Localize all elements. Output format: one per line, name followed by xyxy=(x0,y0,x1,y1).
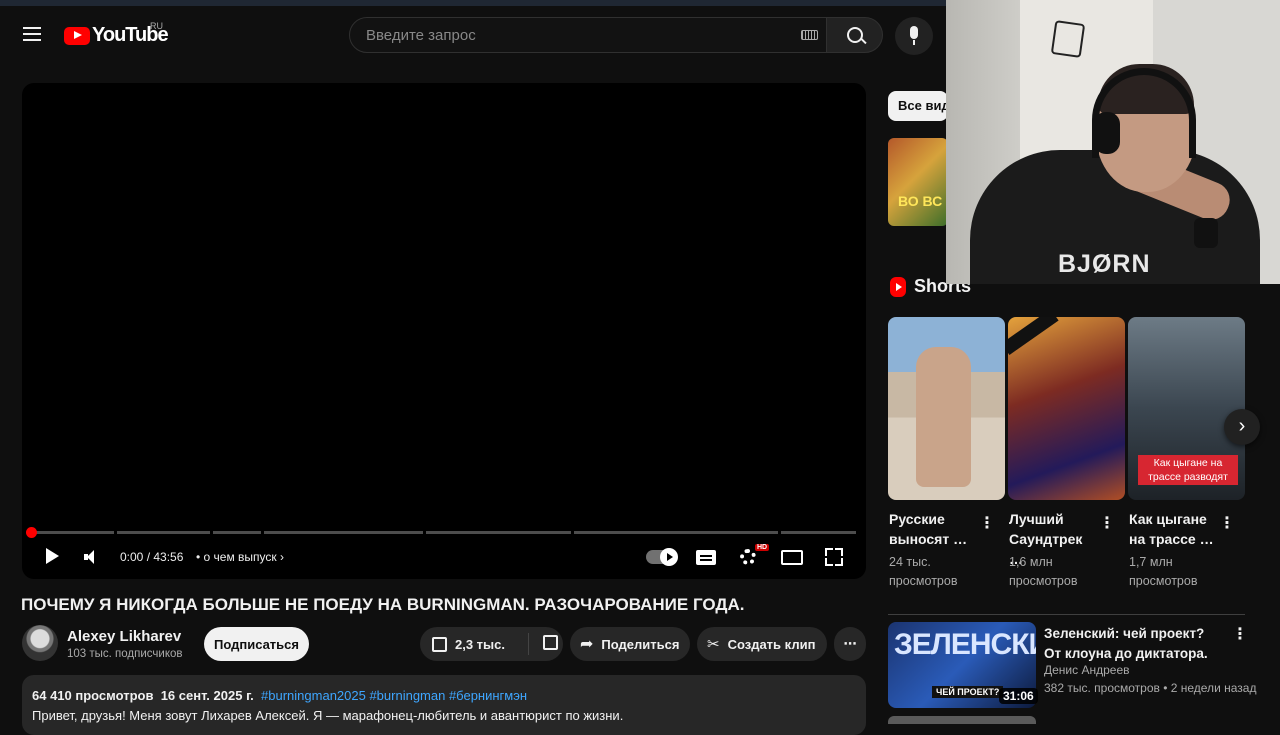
menu-icon[interactable] xyxy=(18,20,46,48)
search-icon xyxy=(847,27,863,43)
share-label: Поделиться xyxy=(601,636,680,652)
section-divider xyxy=(888,614,1245,615)
short-title[interactable]: Русские выносят … xyxy=(889,509,979,549)
short-item[interactable]: Как цыгане на трассе разводят Как цыгане… xyxy=(1128,317,1245,588)
next-recommended-thumbnail[interactable] xyxy=(888,716,1036,724)
share-arrow-icon: ➦ xyxy=(580,636,594,653)
filter-chip-all[interactable]: Все видео xyxy=(888,91,948,121)
subscriber-count: 103 тыс. подписчиков xyxy=(67,648,183,660)
create-clip-button[interactable]: ✂ Создать клип xyxy=(697,627,827,661)
short-item[interactable]: Лучший Саундтрек … ⋮ 1,6 млн просмотров xyxy=(1008,317,1125,588)
recommended-channel[interactable]: Денис Андреев xyxy=(1044,663,1130,677)
description-text: Привет, друзья! Меня зовут Лихарев Алекс… xyxy=(32,708,624,723)
subtitles-icon[interactable] xyxy=(696,550,716,565)
like-count: 2,3 тыс. xyxy=(455,636,505,652)
thumbs-up-icon xyxy=(432,636,447,652)
search-input[interactable] xyxy=(364,26,788,45)
video-title: ПОЧЕМУ Я НИКОГДА БОЛЬШЕ НЕ ПОЕДУ НА BURN… xyxy=(21,595,745,614)
recommended-menu-icon[interactable]: ⋮ xyxy=(1232,624,1248,644)
region-code: RU xyxy=(150,21,163,31)
thumbnail-tag: ЧЕЙ ПРОЕКТ? xyxy=(932,686,1004,698)
thumbnail-overlay xyxy=(1008,317,1059,355)
hd-badge: HD xyxy=(755,544,770,551)
thumbnail-headline: ЗЕЛЕНСКИЙ xyxy=(894,628,1036,661)
time-display: 0:00 / 43:56 xyxy=(120,550,184,564)
short-thumbnail[interactable] xyxy=(888,317,1005,500)
more-icon: ⋯ xyxy=(843,636,857,651)
short-menu-icon[interactable]: ⋮ xyxy=(1219,513,1235,533)
description-box[interactable]: 64 410 просмотров 16 сент. 2025 г. #burn… xyxy=(22,675,866,735)
voice-search-button[interactable] xyxy=(895,17,933,55)
chapter-title[interactable]: • о чем выпуск › xyxy=(196,550,284,564)
recommended-video[interactable]: ЗЕЛЕНСКИЙ ЧЕЙ ПРОЕКТ? 31:06 Зеленский: ч… xyxy=(888,622,1256,712)
short-thumbnail[interactable] xyxy=(1008,317,1125,500)
short-views: 24 тыс. просмотров xyxy=(889,555,958,588)
short-thumbnail[interactable]: Как цыгане на трассе разводят xyxy=(1128,317,1245,500)
keyboard-icon[interactable] xyxy=(801,30,818,40)
like-button[interactable]: 2,3 тыс. xyxy=(420,633,529,655)
hashtags[interactable]: #burningman2025 #burningman #бернингмэн xyxy=(261,688,527,703)
channel-avatar[interactable] xyxy=(22,625,58,661)
recommended-title[interactable]: Зеленский: чей проект? От клоуна до дикт… xyxy=(1044,624,1219,664)
recommended-meta: 382 тыс. просмотров • 2 недели назад xyxy=(1044,681,1257,695)
recommended-thumbnail-top[interactable]: ВО ВС xyxy=(888,138,948,226)
settings-gear-icon[interactable] xyxy=(740,549,756,565)
progress-scrubber[interactable] xyxy=(26,527,37,538)
theater-mode-icon[interactable] xyxy=(781,550,803,565)
video-duration: 31:06 xyxy=(999,688,1038,704)
clip-label: Создать клип xyxy=(727,636,816,652)
volume-icon[interactable] xyxy=(84,550,100,564)
progress-bar[interactable] xyxy=(32,531,856,534)
short-menu-icon[interactable]: ⋮ xyxy=(979,513,995,533)
search-button[interactable] xyxy=(826,17,883,53)
shirt-print: BJØRN xyxy=(1058,250,1151,278)
short-menu-icon[interactable]: ⋮ xyxy=(1099,513,1115,533)
dislike-button[interactable] xyxy=(529,635,558,653)
smartwatch xyxy=(1194,218,1218,248)
youtube-play-icon xyxy=(64,26,90,45)
search-box[interactable] xyxy=(349,17,827,53)
fullscreen-icon[interactable] xyxy=(825,548,843,566)
view-count: 64 410 просмотров xyxy=(32,688,154,703)
lamp xyxy=(1050,20,1086,58)
mic-icon xyxy=(910,26,918,39)
short-views: 1,6 млн просмотров xyxy=(1009,555,1078,588)
thumbnail-caption: Как цыгане на трассе разводят xyxy=(1138,455,1238,485)
short-title[interactable]: Как цыгане на трассе … xyxy=(1129,509,1219,549)
description-meta: 64 410 просмотров 16 сент. 2025 г. #burn… xyxy=(32,688,527,703)
webcam-overlay: BJØRN xyxy=(946,0,1280,284)
autoplay-toggle[interactable] xyxy=(646,548,678,566)
thumbnail-text: ВО ВС xyxy=(898,193,943,209)
scissors-icon: ✂ xyxy=(707,636,720,653)
short-views: 1,7 млн просмотров xyxy=(1129,555,1198,588)
play-icon[interactable] xyxy=(46,548,59,564)
chevron-right-icon[interactable]: › xyxy=(1224,409,1260,445)
shorts-icon xyxy=(890,276,906,297)
upload-date: 16 сент. 2025 г. xyxy=(160,688,254,703)
like-dislike-group: 2,3 тыс. xyxy=(420,627,563,661)
subscribe-button[interactable]: Подписаться xyxy=(204,627,309,661)
channel-name[interactable]: Alexey Likharev xyxy=(67,628,181,645)
share-button[interactable]: ➦ Поделиться xyxy=(570,627,690,661)
short-item[interactable]: Русские выносят … ⋮ 24 тыс. просмотров xyxy=(888,317,1005,588)
more-actions-button[interactable]: ⋯ xyxy=(834,627,866,661)
video-player[interactable]: 0:00 / 43:56 • о чем выпуск › HD xyxy=(22,83,866,579)
thumbs-down-icon xyxy=(543,635,558,650)
